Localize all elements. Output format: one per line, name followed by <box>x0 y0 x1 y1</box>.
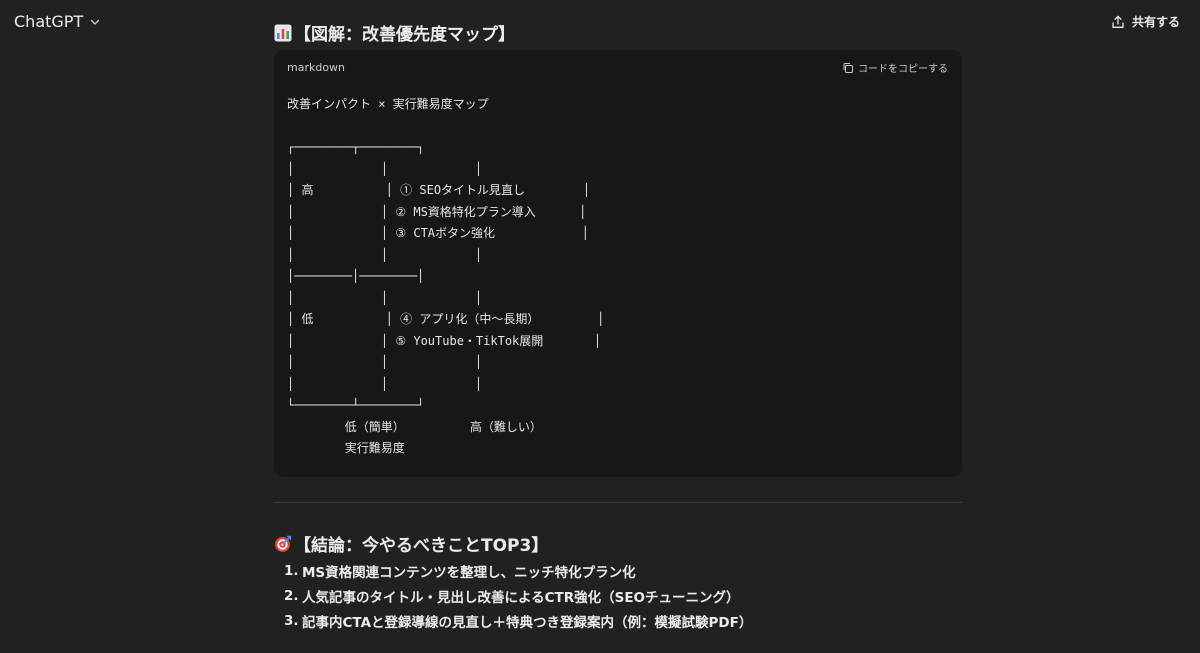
code-line: 低（簡単） 高（難しい） <box>287 419 542 434</box>
model-name: ChatGPT <box>14 12 84 31</box>
section-title: 【結論：今やるべきことTOP3】 <box>294 536 549 556</box>
copy-code-button[interactable]: コードをコピーする <box>842 60 948 75</box>
code-line: │ │ ② MS資格特化プラン導入 │ <box>287 204 587 219</box>
code-line: 実行難易度 <box>287 441 405 455</box>
code-block: markdown コードをコピーする 改善インパクト × 実行難易度マップ ┌──… <box>274 50 962 477</box>
chevron-down-icon <box>91 19 100 25</box>
list-item-number: 2. <box>284 587 299 604</box>
code-line: │────────│────────│ <box>287 269 425 283</box>
code-line: └────────┴────────┘ <box>287 398 425 412</box>
code-line: │ │ ③ CTAボタン強化 │ <box>287 226 589 240</box>
list-item-number: 1. <box>284 562 299 579</box>
code-line: │ 低 │ ④ アプリ化（中〜長期） │ <box>287 312 605 326</box>
section-divider <box>274 502 962 503</box>
code-line: │ │ │ <box>287 290 483 305</box>
code-content: 改善インパクト × 実行難易度マップ ┌────────┬────────┐ │ │… <box>287 94 604 460</box>
code-line: │ │ ⑤ YouTube・TikTok展開 │ <box>287 333 602 348</box>
list-item: 2. 人気記事のタイトル・見出し改善によるCTR強化（SEOチューニング） <box>284 583 752 608</box>
code-language-label: markdown <box>287 61 346 74</box>
target-icon <box>275 535 292 552</box>
code-line: │ │ │ <box>287 247 483 262</box>
copy-icon <box>843 62 853 73</box>
list-item: 3. 記事内CTAと登録導線の見直し＋特典つき登録案内（例：模擬試験PDF） <box>284 608 752 633</box>
list-item: 1. MS資格関連コンテンツを整理し、ニッチ特化プラン化 <box>284 558 752 583</box>
code-line: 改善インパクト × 実行難易度マップ <box>287 97 489 111</box>
list-item-number: 3. <box>284 612 299 629</box>
section-heading-conclusion: 【結論：今やるべきことTOP3】 <box>274 531 548 556</box>
list-item-text: 記事内CTAと登録導線の見直し＋特典つき登録案内（例：模擬試験PDF） <box>302 614 753 631</box>
top-bar: ChatGPT 共有する <box>0 0 1200 46</box>
code-line: │ │ │ <box>287 161 483 176</box>
model-picker[interactable]: ChatGPT <box>14 12 101 31</box>
code-line: │ │ │ <box>287 376 483 391</box>
copy-label: コードをコピーする <box>858 64 948 75</box>
share-icon <box>1112 15 1124 28</box>
share-label: 共有する <box>1131 15 1180 29</box>
code-line: │ 高 │ ① SEOタイトル見直し │ <box>287 183 591 197</box>
section-title: 【図解：改善優先度マップ】 <box>294 25 515 45</box>
section-heading-map: 【図解：改善優先度マップ】 <box>274 20 515 45</box>
top3-list: 1. MS資格関連コンテンツを整理し、ニッチ特化プラン化 2. 人気記事のタイト… <box>284 558 752 633</box>
code-line: ┌────────┬────────┐ <box>287 140 425 154</box>
bar-chart-icon <box>274 24 292 41</box>
code-line: │ │ │ <box>287 355 483 369</box>
share-button[interactable]: 共有する <box>1111 13 1180 30</box>
list-item-text: MS資格関連コンテンツを整理し、ニッチ特化プラン化 <box>302 564 636 581</box>
list-item-text: 人気記事のタイトル・見出し改善によるCTR強化（SEOチューニング） <box>302 589 740 606</box>
